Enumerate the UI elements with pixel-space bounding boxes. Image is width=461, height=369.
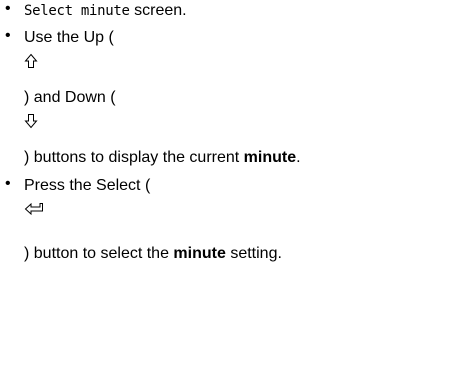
step-text: Press the Select ( (24, 177, 151, 194)
instruction-list: • Select minute screen. • Use the Up ( )… (0, 0, 461, 265)
step-text: screen. (129, 2, 187, 19)
step-text: ) and Down ( (24, 89, 116, 106)
step-line: ) and Down ( (24, 87, 461, 109)
bullet: • (5, 0, 11, 17)
step-text: . (296, 149, 301, 166)
bullet: • (5, 27, 11, 44)
icon-row (24, 49, 461, 73)
screen-name: Select minute (24, 3, 130, 19)
step-line: ) button to select the minute setting. (24, 243, 461, 265)
bullet: • (5, 175, 11, 192)
list-item: • Use the Up ( ) and Down ( ) buttons to (0, 27, 461, 169)
step-text: Use the Up ( (24, 29, 114, 46)
bold-term: minute (243, 149, 297, 166)
icon-row (24, 197, 461, 221)
enter-return-icon (24, 202, 44, 216)
step-text: setting. (225, 245, 282, 262)
step-line: ) buttons to display the current minute. (24, 147, 461, 169)
icon-row (24, 109, 461, 133)
step-line: Use the Up ( (24, 27, 461, 49)
list-item: • Select minute screen. (0, 0, 461, 22)
step-text: ) buttons to display the current (24, 149, 244, 166)
up-arrow-icon (24, 53, 38, 69)
step-line: Select minute screen. (24, 0, 461, 22)
step-line: Press the Select ( (24, 175, 461, 197)
bold-term: minute (173, 245, 226, 262)
step-text: ) button to select the (24, 245, 174, 262)
list-item: • Press the Select ( ) button to select … (0, 175, 461, 265)
down-arrow-icon (24, 113, 38, 129)
